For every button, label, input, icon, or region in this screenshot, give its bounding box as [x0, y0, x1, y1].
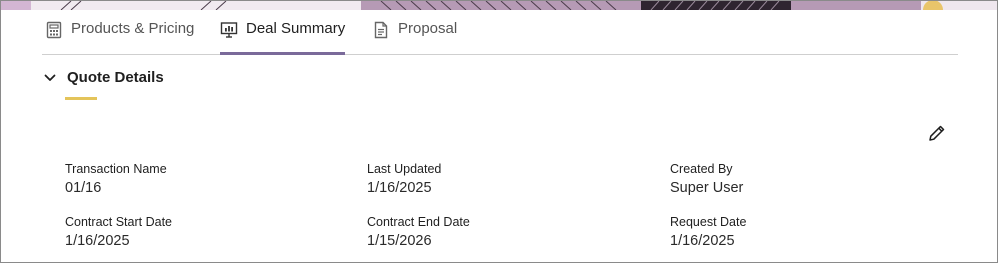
field-label: Request Date	[670, 215, 747, 229]
tab-proposal[interactable]: Proposal	[372, 20, 457, 54]
field-last-updated: Last Updated 1/16/2025	[367, 162, 627, 197]
field-value: 1/15/2026	[367, 233, 432, 249]
quote-page: Products & Pricing Deal Summary Proposal…	[0, 0, 998, 263]
field-value: 01/16	[65, 180, 102, 196]
tab-bar-divider	[42, 54, 958, 55]
field-created-by: Created By Super User	[670, 162, 930, 197]
field-contract-start-date: Contract Start Date 1/16/2025	[65, 215, 325, 250]
tab-bar: Products & Pricing Deal Summary Proposal	[1, 10, 997, 55]
section-title: Quote Details	[67, 69, 164, 86]
section-title-accent	[65, 97, 97, 100]
document-icon	[372, 21, 390, 39]
field-transaction-name: Transaction Name 01/16	[65, 162, 325, 197]
quote-details-toggle[interactable]: Quote Details	[43, 69, 164, 86]
tab-label: Deal Summary	[246, 20, 346, 37]
tab-label: Products & Pricing	[71, 20, 195, 37]
tab-products-pricing[interactable]: Products & Pricing	[45, 20, 194, 54]
field-value: 1/16/2025	[367, 180, 432, 196]
tab-deal-summary[interactable]: Deal Summary	[220, 20, 346, 55]
header-banner	[1, 1, 997, 10]
active-tab-indicator	[220, 52, 346, 55]
presentation-chart-icon	[220, 21, 238, 39]
tab-label: Proposal	[398, 20, 458, 37]
pencil-icon	[927, 123, 949, 143]
chevron-down-icon	[43, 71, 57, 85]
field-value: Super User	[670, 180, 744, 196]
calculator-icon	[45, 21, 63, 39]
field-contract-end-date: Contract End Date 1/15/2026	[367, 215, 627, 250]
field-label: Contract Start Date	[65, 215, 172, 229]
edit-button[interactable]	[927, 123, 949, 145]
field-label: Created By	[670, 162, 733, 176]
field-request-date: Request Date 1/16/2025	[670, 215, 930, 250]
field-label: Contract End Date	[367, 215, 470, 229]
field-value: 1/16/2025	[65, 233, 130, 249]
field-value: 1/16/2025	[670, 233, 735, 249]
field-label: Transaction Name	[65, 162, 167, 176]
field-label: Last Updated	[367, 162, 442, 176]
